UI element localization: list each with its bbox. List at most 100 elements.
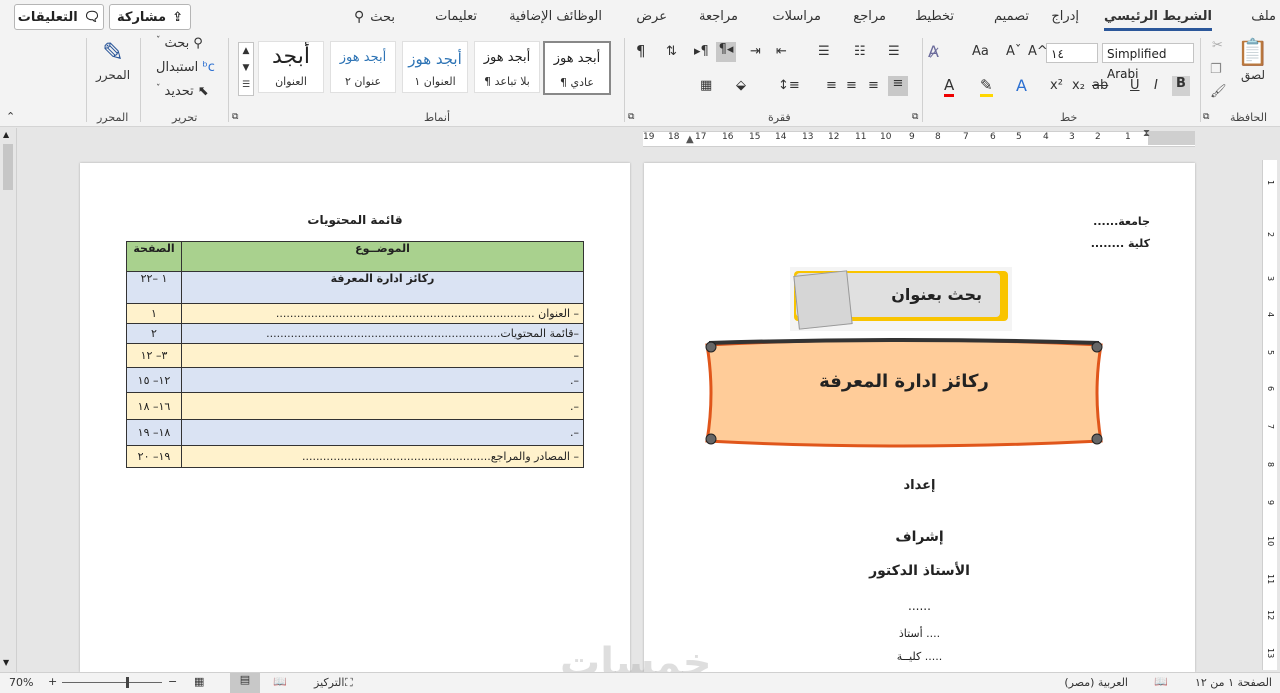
vruler-number: 7 <box>1266 424 1275 430</box>
font-size-combo[interactable]: ١٤ <box>1046 43 1098 63</box>
chevron-up-icon[interactable]: ▲ <box>239 43 253 60</box>
styles-group-label: أنماط <box>424 111 451 124</box>
page-count[interactable]: الصفحة ١ من ١٢ <box>1195 676 1272 689</box>
subscript-button[interactable]: x₂ <box>1072 78 1085 93</box>
clipboard-launcher-icon[interactable]: ⧉ <box>1203 112 1209 122</box>
scroll-down-icon[interactable]: ▼ <box>3 658 9 667</box>
zoom-out-button[interactable]: − <box>168 675 177 688</box>
style-heading-2[interactable]: أبجد هوز عنوان ٢ <box>330 41 396 93</box>
paragraph-launcher-icon[interactable]: ⧉ <box>628 112 634 122</box>
center-icon[interactable]: ≡ <box>868 78 879 93</box>
share-label: مشاركة <box>117 9 167 25</box>
proofing-icon[interactable]: 📖 <box>1154 675 1168 688</box>
zoom-slider-thumb[interactable] <box>126 677 129 688</box>
left-indent-marker-icon[interactable]: ▲ <box>686 134 694 145</box>
font-launcher-icon[interactable]: ⧉ <box>912 112 918 122</box>
borders-icon[interactable]: ▦ <box>700 78 712 93</box>
editor-button[interactable]: ✎ المحرر <box>94 38 132 82</box>
tab-review[interactable]: مراجعة <box>699 9 738 24</box>
font-color-icon[interactable]: A <box>944 76 955 97</box>
shading-icon[interactable]: ⬙ <box>736 78 746 93</box>
zoom-slider[interactable] <box>62 682 162 683</box>
style-sample: أبجد هوز <box>408 50 462 68</box>
tab-view[interactable]: عرض <box>636 9 667 24</box>
show-marks-icon[interactable]: ¶ <box>636 42 646 60</box>
share-button[interactable]: مشاركة ⇪ <box>109 4 191 30</box>
underline-button[interactable]: U <box>1130 78 1140 93</box>
styles-launcher-icon[interactable]: ⧉ <box>232 112 238 122</box>
rtl-button[interactable]: ¶◂ <box>716 42 736 62</box>
align-right-icon[interactable]: ≡ <box>888 76 908 96</box>
tab-references[interactable]: مراجع <box>853 9 886 24</box>
style-normal[interactable]: أبجد هوز ¶ عادي <box>543 41 611 95</box>
format-painter-icon[interactable]: 🖌 <box>1210 84 1227 99</box>
tab-insert[interactable]: إدراج <box>1051 9 1079 24</box>
scroll-thumb[interactable] <box>3 144 13 190</box>
numbering-icon[interactable]: ☷ <box>854 44 866 59</box>
comments-button[interactable]: التعليقات 🗨 <box>14 4 104 30</box>
focus-label[interactable]: التركيز <box>314 676 344 689</box>
collapse-ribbon-icon[interactable]: ⌃ <box>6 110 15 123</box>
superscript-button[interactable]: x² <box>1050 78 1063 93</box>
indent-marker-icon[interactable]: ⧗ <box>1143 128 1150 139</box>
clear-formatting-icon[interactable]: A̷ <box>928 42 939 61</box>
language-indicator[interactable]: العربية (مصر) <box>1064 676 1128 689</box>
table-row: – العنوان ..............................… <box>126 303 584 324</box>
replace-button[interactable]: استبدال ᵇc <box>156 60 215 75</box>
search-icon: ⚲ <box>353 9 365 25</box>
styles-scroll[interactable]: ▲ ▼ ☰ <box>238 42 254 96</box>
tab-design[interactable]: تصميم <box>994 9 1029 24</box>
more-styles-icon[interactable]: ☰ <box>239 77 253 94</box>
web-layout-icon[interactable]: ▦ <box>194 675 204 688</box>
justify-icon[interactable]: ≡ <box>826 78 837 93</box>
bold-button[interactable]: B <box>1172 76 1190 96</box>
decrease-indent-icon[interactable]: ⇤ <box>776 44 787 59</box>
chevron-down-icon[interactable]: ▼ <box>239 60 253 77</box>
tab-layout[interactable]: تخطيط <box>915 9 954 24</box>
highlight-icon[interactable]: ✎ <box>980 76 993 97</box>
zoom-level[interactable]: 70% <box>9 676 33 689</box>
tab-home[interactable]: الشريط الرئيسي <box>1104 9 1212 31</box>
align-left-icon[interactable]: ≡ <box>846 78 857 93</box>
style-heading-1[interactable]: أبجد هوز العنوان ١ <box>402 41 468 93</box>
copy-icon[interactable]: ❐ <box>1210 62 1222 77</box>
search-box[interactable]: ⚲ بحث <box>354 9 395 25</box>
text-effects-icon[interactable]: A <box>1016 76 1027 95</box>
paste-button[interactable]: 📋 لصق <box>1236 38 1270 88</box>
line-spacing-icon[interactable]: ↕≡ <box>778 78 800 93</box>
shrink-font-button[interactable]: Aˇ <box>1006 44 1021 59</box>
style-title[interactable]: أبجد العنوان <box>258 41 324 93</box>
cut-icon[interactable]: ✂ <box>1212 38 1223 53</box>
vertical-scrollbar[interactable]: ▲ ▼ <box>0 128 17 672</box>
find-button[interactable]: ˇ بحث ⚲ <box>156 36 203 51</box>
ltr-button[interactable]: ▸¶ <box>694 44 709 59</box>
strikethrough-button[interactable]: ab <box>1092 78 1108 93</box>
page-toc[interactable]: قائمة المحتويات الموضــوع الصفحة ركائز ا… <box>80 163 630 672</box>
read-mode-icon[interactable]: 📖 <box>273 675 287 688</box>
tab-help[interactable]: تعليمات <box>435 9 477 24</box>
print-layout-icon[interactable]: ▤ <box>230 673 260 693</box>
change-case-button[interactable]: Aa <box>972 44 989 59</box>
italic-button[interactable]: I <box>1154 78 1158 93</box>
scroll-up-icon[interactable]: ▲ <box>3 130 9 139</box>
horizontal-ruler[interactable]: 1 2 3 4 5 6 7 8 9 10 11 12 13 14 15 16 1… <box>643 131 1195 147</box>
multilevel-list-icon[interactable]: ☰ <box>888 44 900 59</box>
tab-addins[interactable]: الوظائف الإضافية <box>509 9 602 24</box>
editor-label: المحرر <box>95 68 131 82</box>
grow-font-button[interactable]: A^ <box>1028 44 1048 59</box>
vruler-number: 1 <box>1266 180 1275 186</box>
style-no-spacing[interactable]: أبجد هوز ¶ بلا تباعد <box>474 41 540 93</box>
select-button[interactable]: ˇ تحديد ⬉ <box>156 84 209 99</box>
tab-file[interactable]: ملف <box>1251 9 1276 24</box>
ruler-margin <box>1148 131 1195 145</box>
sort-icon[interactable]: ⇅ <box>666 44 677 59</box>
ruler-number: 13 <box>802 132 814 142</box>
page-cover[interactable]: جامعة...... كلية ........ بحث بعنوان ركا… <box>644 163 1195 672</box>
bullets-icon[interactable]: ☰ <box>818 44 830 59</box>
vertical-ruler[interactable]: 1 2 3 4 5 6 7 8 9 10 11 12 13 <box>1262 160 1277 670</box>
zoom-in-button[interactable]: + <box>48 675 57 688</box>
tab-mailings[interactable]: مراسلات <box>772 9 821 24</box>
increase-indent-icon[interactable]: ⇥ <box>750 44 761 59</box>
font-name-combo[interactable]: Simplified Arabi <box>1102 43 1194 81</box>
focus-icon[interactable]: ⛶ <box>345 676 353 690</box>
